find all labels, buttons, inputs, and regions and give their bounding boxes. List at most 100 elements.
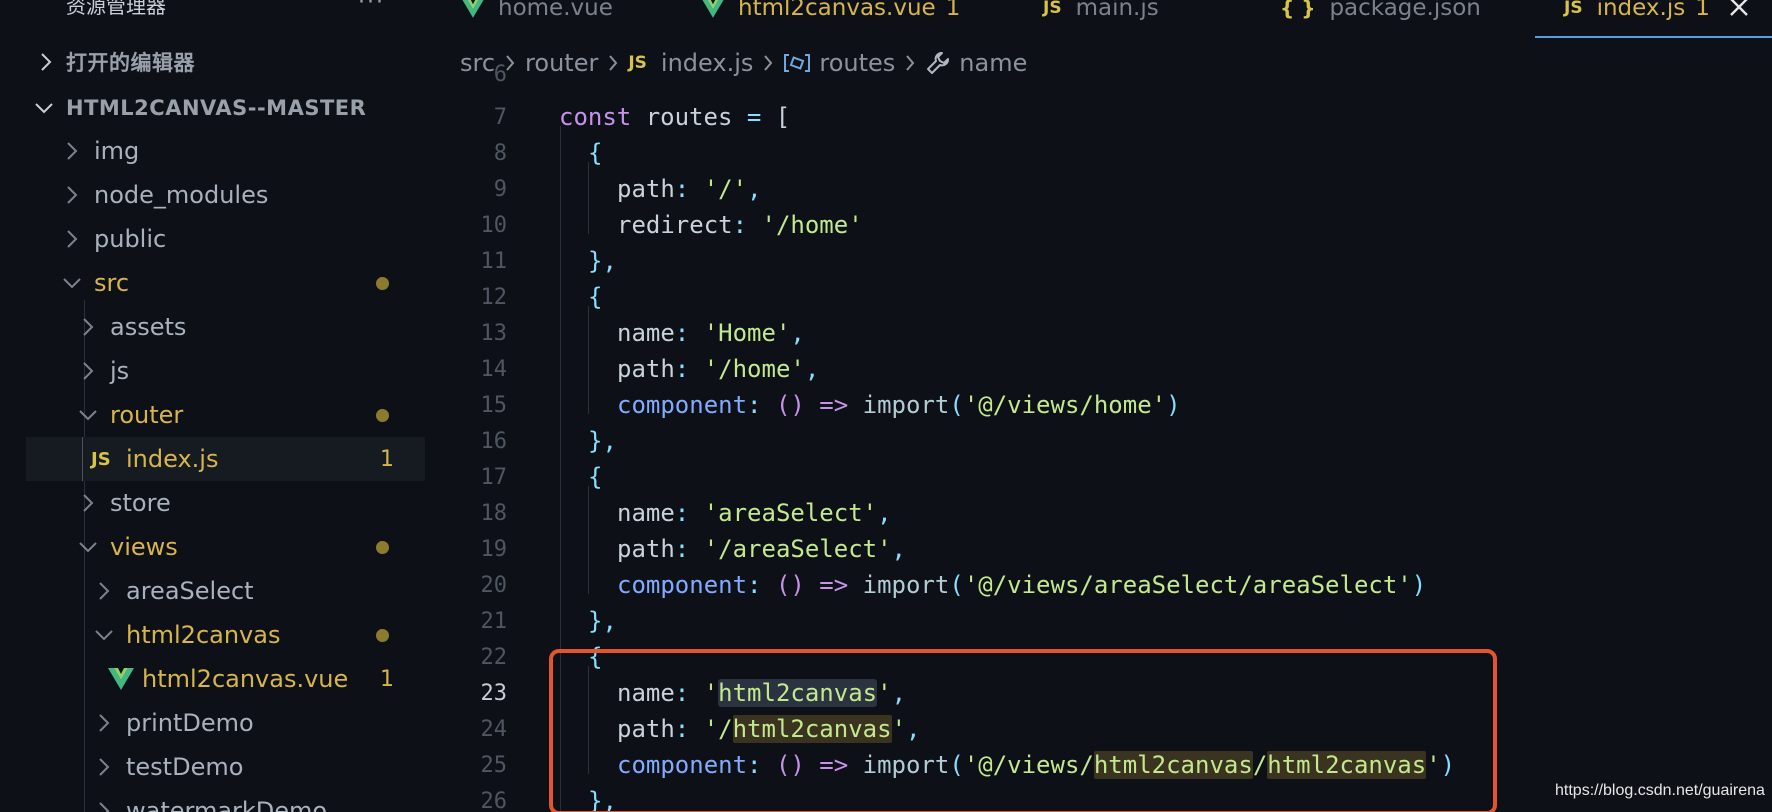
code-text: const routes = [ — [559, 103, 791, 131]
tab-label: index.js — [1596, 0, 1686, 21]
chevron-right-icon — [94, 569, 114, 613]
chevron-down-icon — [78, 393, 98, 437]
tree-folder-img[interactable]: img — [0, 129, 425, 173]
tree-file-label: index.js — [126, 445, 219, 473]
code-text: }, — [588, 247, 617, 275]
tree-folder-label: printDemo — [126, 709, 254, 737]
tab-label: main.js — [1075, 0, 1159, 21]
open-editors-label: 打开的编辑器 — [66, 51, 195, 75]
code-line: 8 { — [425, 135, 1772, 171]
line-number: 25 — [480, 752, 508, 778]
code-text: path: '/areaSelect', — [617, 535, 906, 563]
chevron-right-icon — [62, 217, 82, 261]
code-text: { — [588, 463, 603, 491]
tab-index-js[interactable]: JS index.js 1 — [1564, 0, 1710, 22]
tree-folder-label: assets — [110, 313, 187, 341]
tree-folder-label: testDemo — [126, 753, 244, 781]
line-number: 15 — [480, 392, 508, 418]
chevron-right-icon — [78, 481, 98, 525]
chevron-down-icon — [94, 613, 114, 657]
problem-count-badge: 1 — [380, 666, 394, 692]
tree-folder-assets[interactable]: assets — [0, 305, 425, 349]
code-line: 18 name: 'areaSelect', — [425, 495, 1772, 531]
js-file-icon: JS — [1043, 0, 1062, 18]
code-text: }, — [588, 607, 617, 635]
tree-folder-testdemo[interactable]: testDemo — [0, 745, 425, 789]
tab-label: home.vue — [498, 0, 613, 21]
chevron-down-icon — [62, 261, 82, 305]
code-line: 17 { — [425, 459, 1772, 495]
modified-dot — [376, 408, 389, 422]
tree-indent-guide — [82, 437, 83, 481]
code-text: path: '/home', — [617, 355, 820, 383]
tree-folder-js[interactable]: js — [0, 349, 425, 393]
line-number: 17 — [480, 464, 508, 490]
tree-folder-html2canvas[interactable]: html2canvas — [0, 613, 425, 657]
tab-package-json[interactable]: { } package.json — [1280, 0, 1481, 22]
problem-count-badge: 1 — [1695, 0, 1710, 21]
code-line: 13 name: 'Home', — [425, 315, 1772, 351]
tree-folder-store[interactable]: store — [0, 481, 425, 525]
tree-file-index-js[interactable]: JS index.js 1 — [26, 437, 425, 481]
code-line: 19 path: '/areaSelect', — [425, 531, 1772, 567]
chevron-right-icon — [94, 789, 114, 812]
line-number: 20 — [480, 572, 508, 598]
line-number: 9 — [493, 176, 507, 202]
tree-folder-label: src — [94, 269, 130, 297]
tree-folder-node-modules[interactable]: node_modules — [0, 173, 425, 217]
project-root-label: HTML2CANVAS--MASTER — [66, 96, 367, 120]
vue-file-icon — [702, 0, 724, 18]
open-editors-section[interactable]: 打开的编辑器 — [0, 40, 425, 84]
tree-folder-label: views — [110, 533, 178, 561]
tree-folder-public[interactable]: public — [0, 217, 425, 261]
tree-folder-src[interactable]: src — [0, 261, 425, 305]
line-number: 24 — [480, 716, 508, 742]
code-line: 7 const routes = [ — [425, 99, 1772, 135]
tab-html2canvas-vue[interactable]: html2canvas.vue 1 — [702, 0, 960, 22]
more-actions-icon[interactable]: ··· — [358, 0, 385, 15]
tree-folder-label: public — [94, 225, 167, 253]
tab-home-vue[interactable]: home.vue — [462, 0, 613, 22]
tree-folder-watermarkdemo[interactable]: watermarkDemo — [0, 789, 425, 812]
highlight-box-annotation — [549, 649, 1497, 812]
code-text: component: () => import('@/views/areaSel… — [617, 571, 1427, 599]
code-text: { — [588, 139, 603, 167]
code-line: 14 path: '/home', — [425, 351, 1772, 387]
code-text: { — [588, 283, 603, 311]
tree-folder-printdemo[interactable]: printDemo — [0, 701, 425, 745]
line-number: 13 — [480, 320, 508, 346]
explorer-sidebar: 资源管理器 ··· 打开的编辑器 HTML2CANVAS--MASTER img — [0, 0, 425, 812]
problem-count-badge: 1 — [945, 0, 961, 21]
line-number: 22 — [480, 644, 508, 670]
line-number: 18 — [480, 500, 508, 526]
explorer-title: 资源管理器 — [66, 0, 166, 18]
code-line: 15 component: () => import('@/views/home… — [425, 387, 1772, 423]
tree-folder-areaselect[interactable]: areaSelect — [0, 569, 425, 613]
tree-folder-label: js — [110, 357, 130, 385]
tree-folder-router[interactable]: router — [0, 393, 425, 437]
tree-folder-views[interactable]: views — [0, 525, 425, 569]
chevron-right-icon — [62, 129, 82, 173]
tab-main-js[interactable]: JS main.js — [1043, 0, 1159, 22]
code-line: 16 }, — [425, 423, 1772, 459]
tree-file-html2canvas-vue[interactable]: html2canvas.vue 1 — [0, 657, 425, 701]
project-root[interactable]: HTML2CANVAS--MASTER — [0, 86, 425, 130]
chevron-right-icon — [36, 40, 56, 84]
chevron-down-icon — [34, 86, 54, 130]
line-number: 16 — [480, 428, 508, 454]
code-text: name: 'Home', — [617, 319, 805, 347]
chevron-right-icon — [62, 173, 82, 217]
tree-folder-label: img — [94, 137, 140, 165]
problem-count-badge: 1 — [380, 446, 394, 472]
chevron-right-icon — [94, 701, 114, 745]
modified-dot — [376, 276, 389, 290]
close-tab-icon[interactable] — [1728, 0, 1750, 22]
code-text: }, — [588, 427, 617, 455]
code-line: 21 }, — [425, 603, 1772, 639]
line-number: 6 — [493, 61, 507, 87]
line-number: 14 — [480, 356, 508, 382]
line-number: 8 — [493, 140, 507, 166]
js-file-icon: JS — [91, 448, 111, 470]
tree-folder-label: router — [110, 401, 184, 429]
tree-folder-label: html2canvas — [126, 621, 281, 649]
